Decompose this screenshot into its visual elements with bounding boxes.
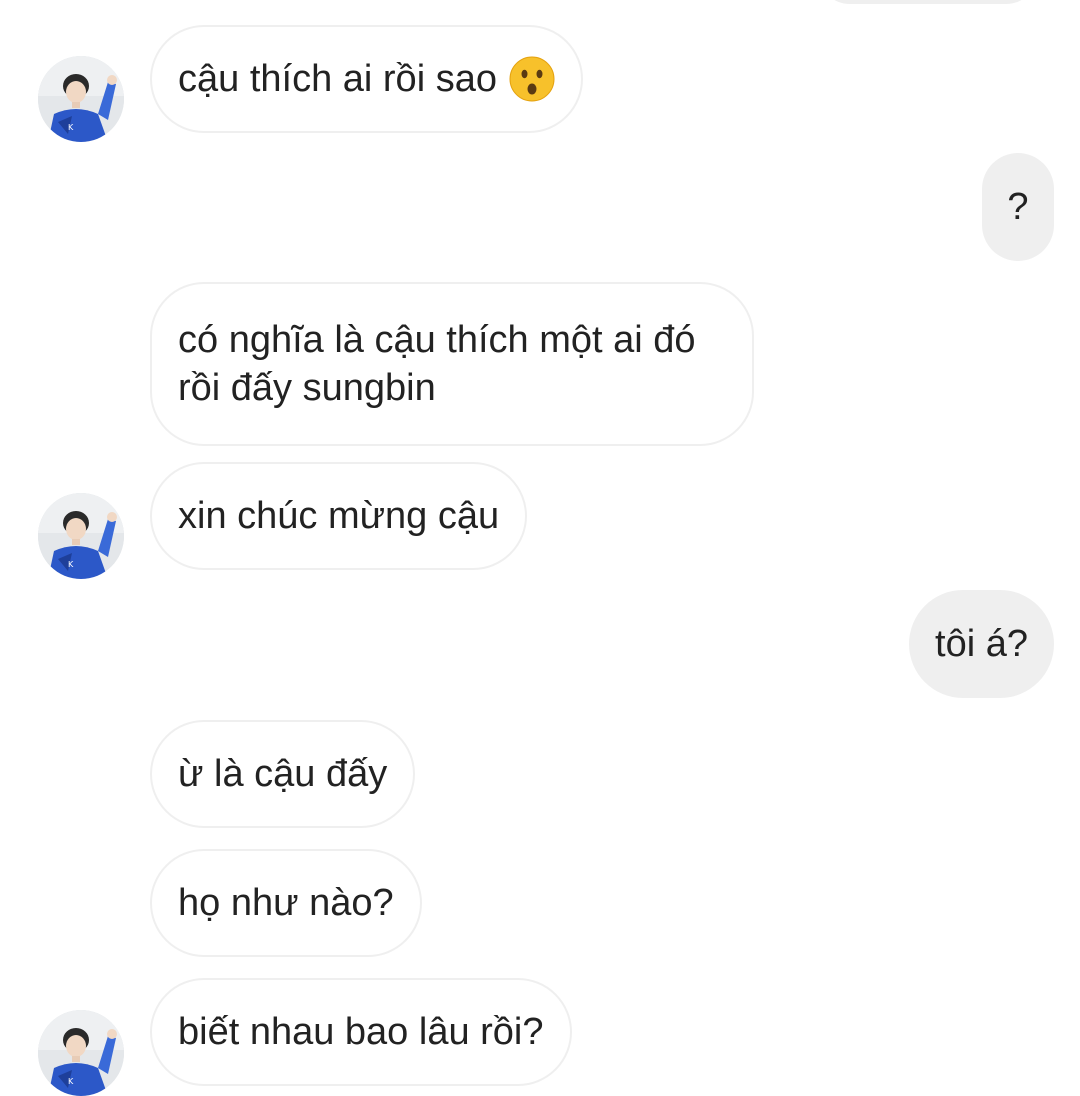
contact-avatar[interactable]: K — [38, 56, 124, 142]
avatar-image: K — [38, 1010, 124, 1096]
svg-text:K: K — [68, 123, 74, 132]
message-bubble-incoming[interactable]: cậu thích ai rồi sao — [150, 25, 583, 133]
message-bubble-incoming[interactable]: họ như nào? — [150, 849, 422, 957]
message-bubble-incoming[interactable]: ừ là cậu đấy — [150, 720, 416, 828]
message-bubble-outgoing[interactable]: ? — [982, 153, 1054, 261]
avatar-image: K — [38, 56, 124, 142]
message-text: ừ là cậu đấy — [178, 753, 388, 795]
message-text: xin chúc mừng cậu — [178, 495, 500, 537]
contact-avatar[interactable]: K — [38, 1010, 124, 1096]
message-bubble-incoming[interactable]: có nghĩa là cậu thích một ai đó rồi đấy … — [150, 282, 754, 446]
message-bubble-incoming[interactable]: xin chúc mừng cậu — [150, 462, 528, 570]
message-bubble-incoming[interactable]: biết nhau bao lâu rồi? — [150, 978, 572, 1086]
message-text: họ như nào? — [178, 882, 394, 924]
previous-message-bubble[interactable] — [818, 0, 1038, 4]
hushed-face-emoji-icon — [509, 56, 555, 102]
message-text: tôi á? — [935, 623, 1028, 665]
message-bubble-outgoing[interactable]: tôi á? — [909, 590, 1054, 698]
message-text: có nghĩa là cậu thích một ai đó rồi đấy … — [178, 319, 696, 409]
message-text: cậu thích ai rồi sao — [178, 58, 497, 100]
svg-text:K: K — [68, 560, 74, 569]
contact-avatar[interactable]: K — [38, 493, 124, 579]
message-text: biết nhau bao lâu rồi? — [178, 1011, 544, 1053]
avatar-image: K — [38, 493, 124, 579]
message-text: ? — [1007, 186, 1029, 228]
svg-text:K: K — [68, 1077, 74, 1086]
